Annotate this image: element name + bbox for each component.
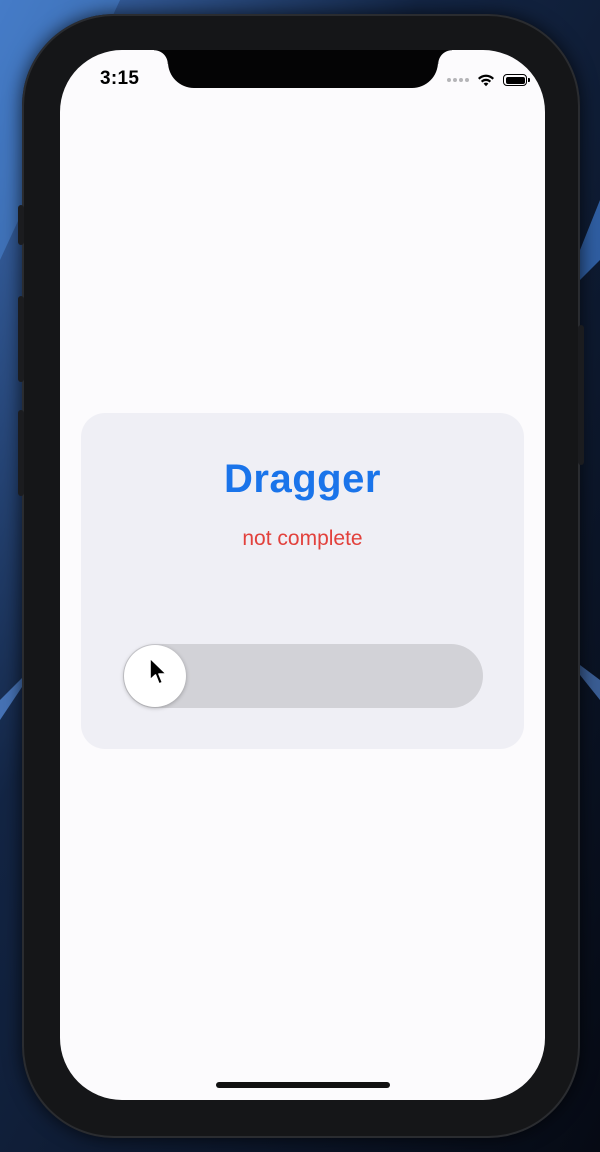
home-indicator[interactable] xyxy=(216,1082,390,1088)
card-title: Dragger xyxy=(224,457,381,501)
power-button xyxy=(578,325,584,465)
silent-switch xyxy=(18,205,24,245)
status-time: 3:15 xyxy=(100,68,140,89)
volume-up-button xyxy=(18,296,24,382)
phone-screen: 3:15 Dragger not complete xyxy=(60,50,545,1100)
camera-notch xyxy=(154,50,452,88)
wifi-icon xyxy=(478,74,494,87)
status-icons xyxy=(447,70,530,90)
mouse-pointer-icon xyxy=(149,657,168,685)
dragger-card: Dragger not complete xyxy=(81,413,524,749)
battery-icon xyxy=(503,74,530,86)
completion-status: not complete xyxy=(242,527,363,550)
cellular-signal-icon xyxy=(447,78,469,82)
slider-track[interactable] xyxy=(123,644,483,708)
volume-down-button xyxy=(18,410,24,496)
